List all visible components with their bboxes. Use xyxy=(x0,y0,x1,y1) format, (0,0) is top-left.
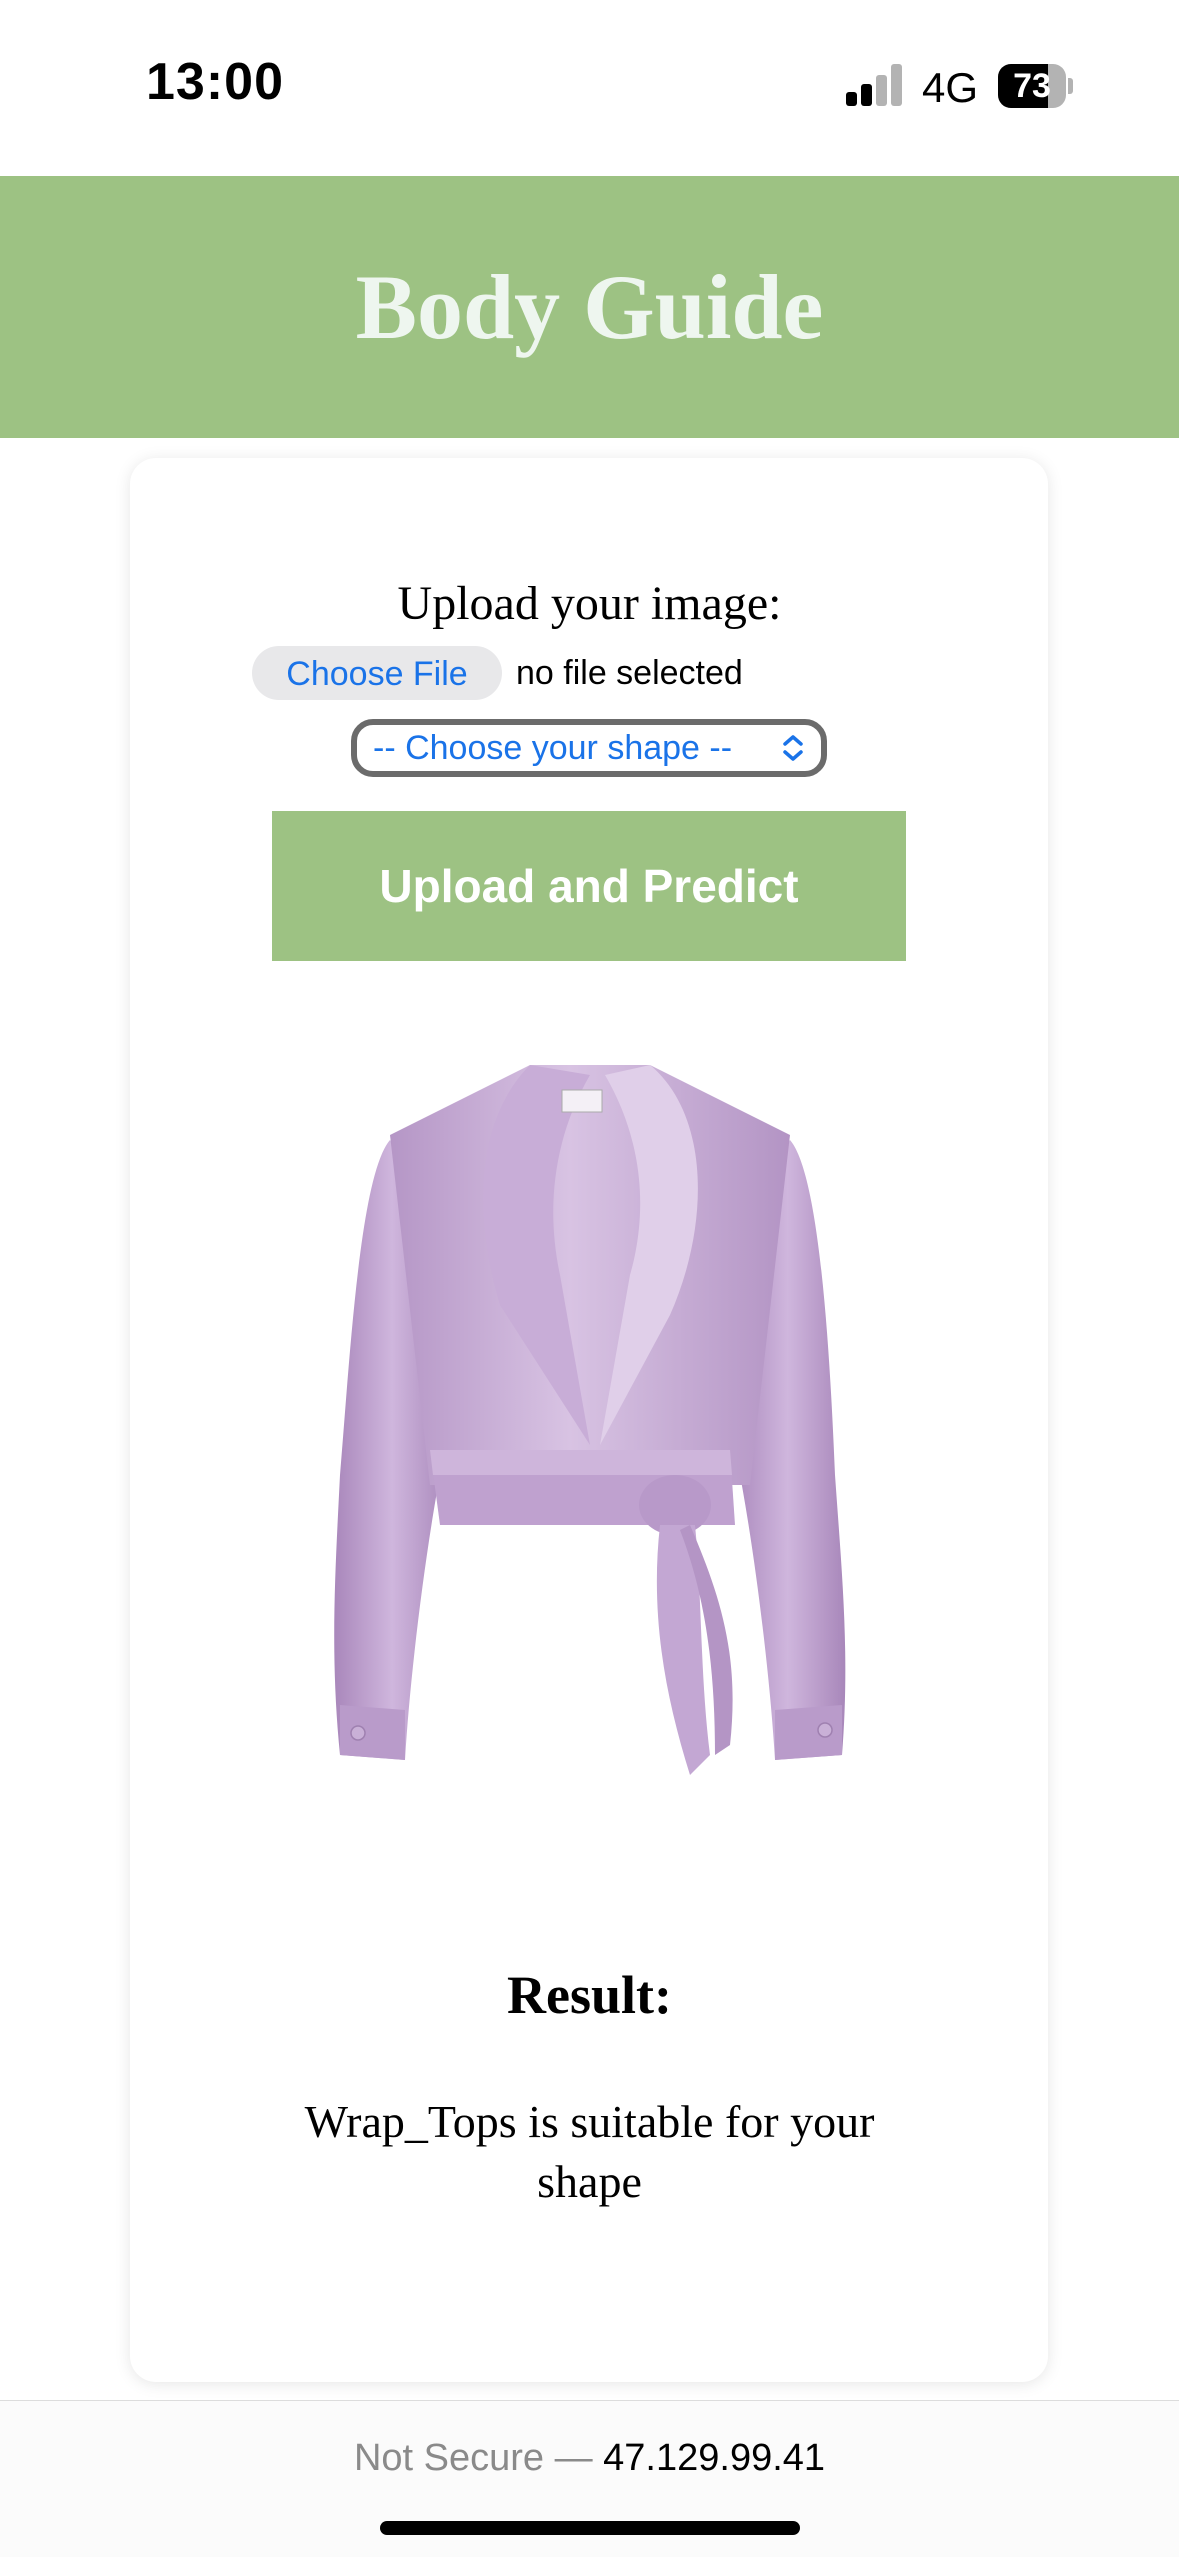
address-text: 47.129.99.41 xyxy=(603,2437,826,2479)
status-bar: 13:00 4G 73 xyxy=(0,0,1179,176)
status-time: 13:00 xyxy=(146,53,284,111)
battery-icon: 73 xyxy=(998,64,1074,108)
home-indicator[interactable] xyxy=(380,2521,800,2535)
security-label: Not Secure — xyxy=(353,2437,593,2479)
shape-select[interactable]: -- Choose your shape -- xyxy=(351,719,827,777)
wrap-top-blouse-image xyxy=(334,1065,846,1775)
result-text: Wrap_Tops is suitable for your shape xyxy=(304,2096,875,2207)
network-type: 4G xyxy=(922,64,979,111)
browser-address-bar[interactable]: Not Secure — 47.129.99.41 xyxy=(0,2400,1179,2557)
shape-select-value: -- Choose your shape -- xyxy=(373,729,733,767)
choose-file-button[interactable]: Choose File xyxy=(252,646,502,700)
battery-percent: 73 xyxy=(1013,67,1051,105)
page-title: Body Guide xyxy=(355,256,824,358)
result-title: Result: xyxy=(507,1965,672,2025)
app-header: Body Guide xyxy=(0,176,1179,438)
url-display[interactable]: Not Secure — 47.129.99.41 xyxy=(0,2437,1179,2480)
upload-and-predict-button[interactable]: Upload and Predict xyxy=(272,811,906,961)
cellular-signal-icon xyxy=(846,64,904,106)
file-status: no file selected xyxy=(516,654,743,692)
chevron-up-down-icon xyxy=(783,735,803,761)
upload-label: Upload your image: xyxy=(397,577,782,630)
